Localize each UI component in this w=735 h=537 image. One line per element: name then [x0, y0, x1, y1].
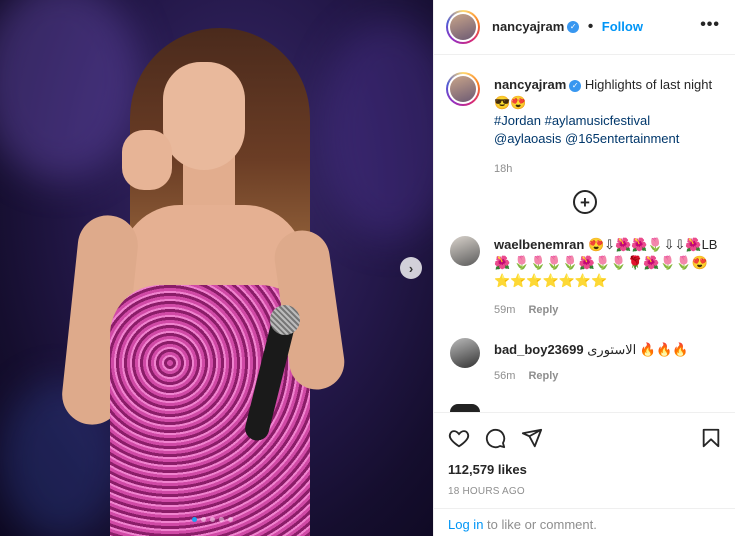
commenter-avatar[interactable] — [450, 236, 480, 266]
comment-item: bad_boy23699 الاستورى 🔥🔥🔥 56m Reply — [450, 338, 720, 398]
post-photo[interactable]: › — [0, 0, 433, 536]
caption-mentions[interactable]: @aylaoasis @165entertainment — [494, 131, 679, 146]
more-options-icon[interactable]: ••• — [700, 16, 720, 34]
login-rest-text: to like or comment. — [483, 517, 597, 532]
carousel-dot — [219, 517, 224, 522]
carousel-next-button[interactable]: › — [400, 257, 422, 279]
comment-meta: 56m Reply — [494, 370, 558, 382]
reply-button[interactable]: Reply — [528, 304, 558, 316]
verified-badge-icon: ✓ — [569, 79, 582, 92]
caption-hashtags[interactable]: #Jordan #aylamusicfestival — [494, 113, 650, 128]
comment-body: bad_boy23699 الاستورى 🔥🔥🔥 — [494, 341, 720, 359]
reply-button[interactable]: Reply — [528, 370, 558, 382]
header-user-row: nancyajram ✓ • Follow — [492, 18, 643, 36]
photo-subject-hand — [122, 130, 172, 190]
commenter-username[interactable]: waelbenemran — [494, 237, 584, 252]
post-header: nancyajram ✓ • Follow ••• — [434, 0, 735, 55]
carousel-dot — [201, 517, 206, 522]
caption-text: Highlights of last night — [584, 77, 713, 92]
comment-item: waelbenemran 😍⇩🌺🌺🌷⇩⇩🌺LB🌺 🌷🌷🌷🌷🌺🌷🌷🌹🌺🌷🌷😍 ⭐⭐… — [450, 236, 720, 326]
commenter-username[interactable]: bad_boy23699 — [494, 342, 584, 357]
post-side-panel: nancyajram ✓ • Follow ••• nancyajram ✓ Hig… — [433, 0, 735, 536]
share-icon[interactable] — [521, 427, 543, 449]
caption-author-avatar[interactable] — [446, 72, 480, 106]
verified-badge-icon: ✓ — [567, 20, 580, 33]
carousel-dot — [210, 517, 215, 522]
login-link[interactable]: Log in — [448, 517, 483, 532]
caption-emoji: 😎😍 — [494, 95, 527, 110]
add-comment-icon[interactable]: + — [573, 190, 597, 214]
follow-button[interactable]: Follow — [602, 19, 643, 34]
comment-icon[interactable] — [484, 427, 506, 449]
microphone-head — [270, 305, 300, 335]
comment-time: 56m — [494, 370, 516, 382]
commenter-avatar-partial — [450, 404, 480, 412]
author-avatar[interactable] — [446, 10, 480, 44]
bookmark-icon[interactable] — [700, 427, 722, 449]
separator-dot: • — [587, 18, 594, 35]
login-prompt: Log in to like or comment. — [434, 508, 735, 537]
caption-username[interactable]: nancyajram — [494, 77, 566, 92]
photo-subject-face — [163, 62, 245, 170]
author-username[interactable]: nancyajram — [492, 19, 564, 34]
carousel-dot — [228, 517, 233, 522]
instagram-post: › nancyajram ✓ • Follow ••• nancyajram ✓… — [0, 0, 735, 536]
heart-icon[interactable] — [448, 427, 470, 449]
like-count[interactable]: 112,579 likes — [448, 462, 527, 477]
post-timestamp: 18 HOURS AGO — [448, 486, 525, 497]
comment-meta: 59m Reply — [494, 304, 558, 316]
login-prompt-text: Log in to like or comment. — [448, 517, 597, 532]
comment-body: waelbenemran 😍⇩🌺🌺🌷⇩⇩🌺LB🌺 🌷🌷🌷🌷🌺🌷🌷🌹🌺🌷🌷😍 ⭐⭐… — [494, 236, 720, 290]
carousel-dots — [192, 517, 233, 522]
comment-time: 59m — [494, 304, 516, 316]
comment-text: الاستورى 🔥🔥🔥 — [587, 342, 689, 357]
caption-time: 18h — [494, 163, 513, 175]
carousel-dot-active — [192, 517, 197, 522]
post-caption: nancyajram ✓ Highlights of last night 😎😍 … — [494, 76, 724, 178]
commenter-avatar[interactable] — [450, 338, 480, 368]
